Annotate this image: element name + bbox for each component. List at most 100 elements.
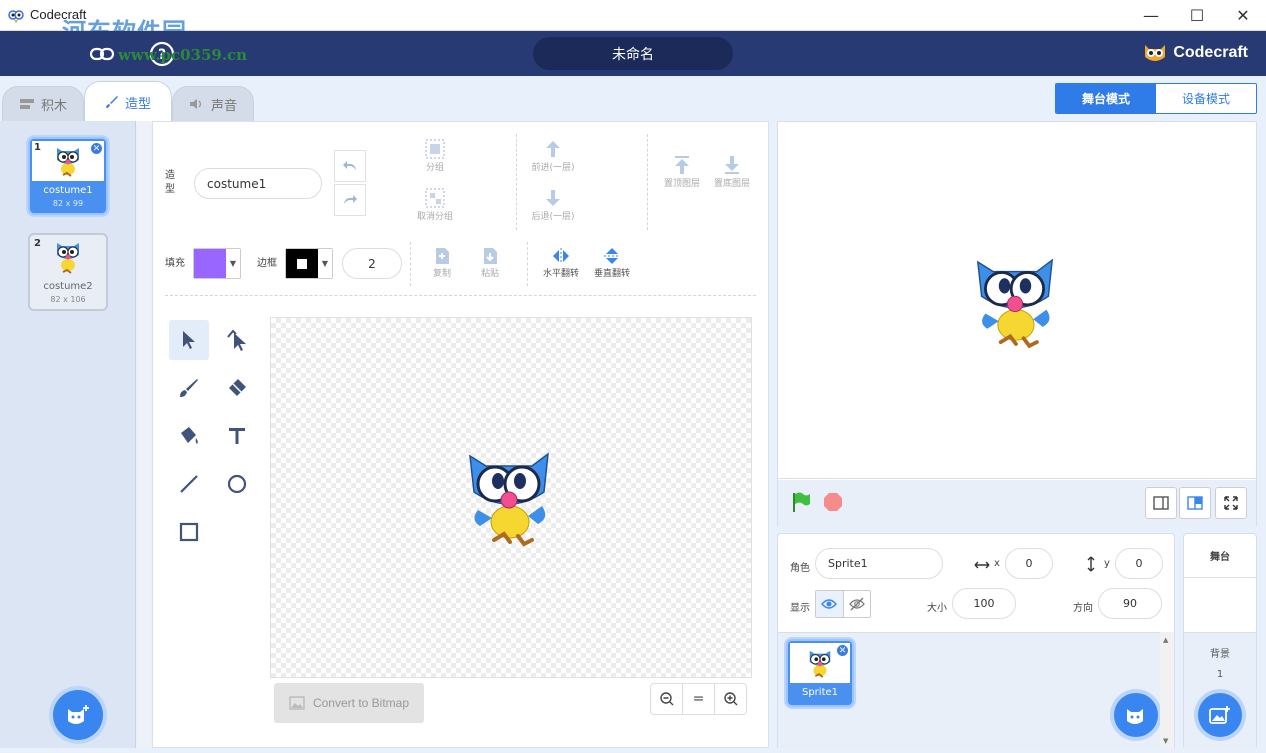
costume-card[interactable]: 2 costume2 82 x 106 (28, 233, 108, 311)
costume-name-input[interactable]: costume1 (194, 168, 322, 199)
normal-stage-icon (1187, 496, 1203, 510)
x-input[interactable]: 0 (1005, 548, 1053, 579)
delete-sprite-button[interactable]: ✕ (836, 644, 849, 657)
stage-side-title: 舞台 (1184, 534, 1256, 578)
chevron-down-icon: ▼ (226, 249, 240, 278)
sprite-list-scrollbar[interactable]: ▲ ▼ (1160, 632, 1174, 749)
forward-layer-button[interactable]: 前进(一层) (525, 138, 581, 173)
square-icon (179, 522, 199, 542)
outline-color-swatch (286, 249, 318, 278)
costume-thumbnail (32, 237, 104, 277)
close-window-button[interactable]: ✕ (1220, 0, 1266, 31)
direction-label: 方向 (1073, 603, 1093, 614)
small-stage-button[interactable] (1145, 487, 1177, 519)
green-flag-button[interactable] (790, 491, 812, 516)
ungroup-button[interactable]: 取消分组 (411, 187, 459, 222)
add-costume-button[interactable] (53, 690, 103, 740)
paint-bucket-icon (181, 427, 198, 444)
scroll-down-icon[interactable]: ▼ (1163, 737, 1168, 745)
hide-sprite-button[interactable] (844, 591, 871, 617)
fullscreen-button[interactable] (1215, 487, 1247, 519)
fill-label: 填充 (165, 258, 185, 269)
brush-tool[interactable] (169, 368, 209, 408)
select-tool[interactable] (169, 320, 209, 360)
costume-list-scrollbar[interactable] (137, 121, 151, 748)
costume-card[interactable]: 1 ✕ costume1 82 x 99 (28, 137, 108, 215)
scroll-up-icon[interactable]: ▲ (1163, 636, 1168, 644)
zoom-reset-button[interactable]: = (683, 684, 715, 714)
arrow-up-icon (546, 141, 560, 157)
mode-toggle: 舞台模式 设备模式 (1055, 83, 1257, 114)
chevron-down-icon: ▼ (318, 249, 332, 278)
size-input[interactable]: 100 (952, 588, 1016, 619)
text-icon (229, 428, 245, 444)
tab-costumes[interactable]: 造型 (84, 81, 172, 122)
fill-tool[interactable] (169, 416, 209, 456)
flip-horizontal-label: 水平翻转 (542, 269, 579, 279)
add-sprite-button[interactable] (1114, 693, 1158, 737)
show-sprite-button[interactable] (816, 591, 844, 617)
undo-button[interactable] (334, 150, 366, 182)
add-sprite-icon (1127, 709, 1143, 724)
line-tool[interactable] (169, 464, 209, 504)
redo-button[interactable] (334, 184, 366, 216)
text-tool[interactable] (217, 416, 257, 456)
group-icon (425, 139, 445, 159)
arrow-down-icon (546, 190, 560, 206)
delete-costume-button[interactable]: ✕ (90, 142, 103, 155)
sprite-card[interactable]: ✕ Sprite1 (786, 639, 854, 707)
costume-name-label: 造型 (165, 170, 175, 195)
sprite-list: ✕ Sprite1 (778, 632, 1174, 749)
ellipse-tool[interactable] (217, 464, 257, 504)
zoom-controls: = (650, 683, 747, 715)
backward-layer-button[interactable]: 后退(一层) (525, 187, 581, 222)
normal-stage-button[interactable] (1179, 487, 1211, 519)
flip-vertical-button[interactable]: 垂直翻转 (589, 246, 635, 279)
stop-button[interactable] (823, 492, 843, 515)
bring-to-front-button[interactable]: 置顶图层 (663, 154, 701, 189)
group-button[interactable]: 分组 (413, 138, 457, 173)
maximize-button[interactable]: ☐ (1174, 0, 1220, 31)
send-to-back-button[interactable]: 置底图层 (713, 154, 751, 189)
codecraft-logo-icon (8, 10, 24, 23)
outline-color-picker[interactable]: ▼ (285, 248, 333, 279)
zoom-in-button[interactable] (715, 684, 746, 714)
stage-mode-button[interactable]: 舞台模式 (1056, 84, 1156, 113)
tab-sounds[interactable]: 声音 (172, 86, 254, 122)
eraser-tool[interactable] (217, 368, 257, 408)
blocks-icon (19, 99, 34, 109)
owl-sprite-on-stage (976, 258, 1054, 349)
direction-input[interactable]: 90 (1098, 588, 1162, 619)
flip-horizontal-icon (553, 248, 569, 264)
eye-icon (821, 599, 838, 609)
owl-sprite-icon (57, 148, 79, 177)
reshape-tool[interactable] (217, 320, 257, 360)
sprite-name-input[interactable]: Sprite1 (815, 548, 943, 579)
copy-button[interactable]: 复制 (425, 246, 459, 279)
stop-icon (824, 493, 842, 511)
y-input[interactable]: 0 (1115, 548, 1163, 579)
reshape-cursor-icon (227, 329, 246, 351)
copy-label: 复制 (432, 269, 451, 279)
fill-color-picker[interactable]: ▼ (193, 248, 241, 279)
watermark-url: www.pc0359.cn (118, 46, 248, 64)
stage-side-panel[interactable]: 舞台 背景 1 (1183, 533, 1257, 749)
show-label: 显示 (790, 603, 810, 614)
stroke-width-input[interactable]: 2 (342, 248, 402, 279)
convert-to-bitmap-label: Convert to Bitmap (312, 696, 410, 710)
drawing-canvas[interactable] (270, 317, 752, 678)
link-icon[interactable] (88, 40, 116, 68)
paste-label: 粘贴 (480, 269, 499, 279)
eraser-icon (229, 379, 246, 396)
device-mode-button[interactable]: 设备模式 (1156, 84, 1256, 113)
convert-to-bitmap-button[interactable]: Convert to Bitmap (274, 683, 424, 723)
paste-button[interactable]: 粘贴 (473, 246, 507, 279)
zoom-out-button[interactable] (651, 684, 683, 714)
stage-view[interactable] (778, 122, 1256, 479)
minimize-button[interactable]: — (1128, 0, 1174, 31)
project-name-field[interactable]: 未命名 (533, 37, 733, 70)
tab-blocks[interactable]: 积木 (2, 86, 84, 122)
add-backdrop-button[interactable] (1198, 693, 1242, 737)
rectangle-tool[interactable] (169, 512, 209, 552)
flip-horizontal-button[interactable]: 水平翻转 (538, 246, 584, 279)
